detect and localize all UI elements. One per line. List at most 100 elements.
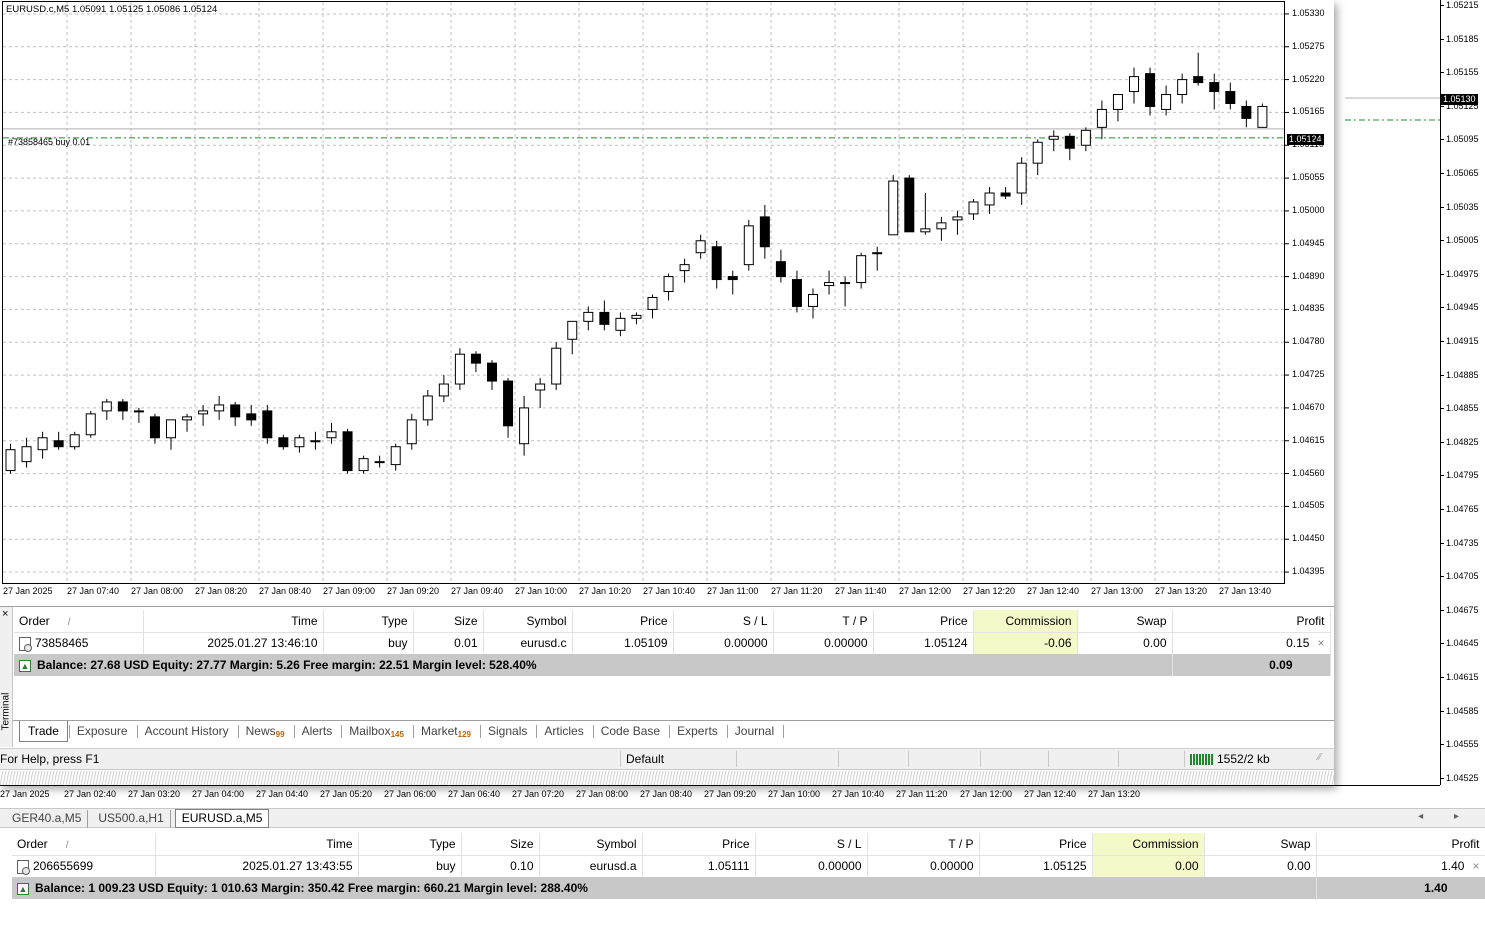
close-position-icon[interactable]: ×	[1317, 636, 1324, 650]
hatch-line	[779, 770, 784, 785]
tab-news[interactable]: News99	[238, 721, 293, 742]
chart-tab[interactable]: US500.a,H1	[92, 810, 171, 828]
hatch-line	[104, 770, 109, 785]
col-current-price[interactable]: Price	[873, 610, 974, 633]
hatch-line	[302, 770, 307, 785]
candle-body	[1064, 135, 1075, 149]
col-symbol[interactable]: Symbol	[539, 833, 643, 856]
hatch-line	[752, 770, 757, 785]
hatch-line	[143, 770, 148, 785]
candle-body	[487, 362, 497, 382]
candle-body	[775, 261, 786, 278]
price-chart[interactable]	[0, 0, 1334, 606]
terminal-vertical-label: Terminal	[0, 692, 12, 731]
hatch-line	[800, 770, 805, 785]
col-profit[interactable]: Profit	[1172, 610, 1331, 633]
tab-trade[interactable]: Trade	[19, 721, 68, 742]
tab-scroll-arrows-icon[interactable]: ◂ ▸	[1418, 811, 1473, 822]
col-price[interactable]: Price	[572, 610, 674, 633]
hatch-line	[344, 770, 349, 785]
time-tick-label: 27 Jan 11:40	[835, 586, 887, 596]
tab-mailbox[interactable]: Mailbox145	[341, 721, 412, 742]
front-chart-window[interactable]: EURUSD.c,M5 1.05091 1.05125 1.05086 1.05…	[0, 0, 1334, 785]
status-divider	[908, 751, 909, 767]
hatch-line	[563, 770, 568, 785]
tab-signals[interactable]: Signals	[480, 721, 535, 742]
hatch-line	[1139, 770, 1144, 785]
hatch-line	[362, 770, 367, 785]
close-position-icon[interactable]: ×	[1472, 859, 1479, 873]
col-tp[interactable]: T / P	[773, 610, 874, 633]
hatch-line	[755, 770, 760, 785]
order-sl[interactable]: 0.00000	[755, 855, 868, 877]
col-symbol[interactable]: Symbol	[483, 610, 573, 633]
tab-market[interactable]: Market129	[413, 721, 479, 742]
tab-alerts[interactable]: Alerts	[294, 721, 341, 742]
time-tick-label: 27 Jan 12:00	[899, 586, 952, 596]
col-type[interactable]: Type	[358, 833, 462, 856]
col-sl[interactable]: S / L	[755, 833, 868, 856]
tab-code-base[interactable]: Code Base	[593, 721, 668, 742]
tab-articles[interactable]: Articles	[536, 721, 591, 742]
col-price[interactable]: Price	[642, 833, 756, 856]
close-icon[interactable]: ×	[2, 608, 8, 620]
chart-tab[interactable]: GER40.a,M5	[6, 810, 89, 828]
order-sl[interactable]: 0.00000	[673, 632, 774, 654]
order-tp[interactable]: 0.00000	[867, 855, 980, 877]
hatch-line	[1025, 770, 1030, 785]
time-tick-label: 27 Jan 11:20	[771, 586, 823, 596]
tab-exposure[interactable]: Exposure	[69, 721, 136, 742]
col-size[interactable]: Size	[461, 833, 540, 856]
chart-tab[interactable]: EURUSD.a,M5	[174, 809, 270, 828]
table-row[interactable]: 206655699 2025.01.27 13:43:55 buy 0.10 e…	[12, 855, 1485, 877]
candle-body	[262, 410, 273, 439]
hatch-line	[1070, 770, 1075, 785]
col-tp[interactable]: T / P	[867, 833, 980, 856]
hatch-line	[602, 770, 607, 785]
col-profit[interactable]: Profit	[1316, 833, 1485, 856]
hatch-line	[1157, 770, 1162, 785]
hatch-line	[536, 770, 541, 785]
hatch-line	[899, 770, 904, 785]
hatch-line	[1229, 770, 1234, 785]
status-divider	[1048, 751, 1049, 767]
order-line-label[interactable]: #73858465 buy 0.01	[8, 137, 90, 147]
col-time[interactable]: Time	[143, 610, 324, 633]
hatch-line	[203, 770, 208, 785]
hatch-line	[734, 770, 739, 785]
order-tp[interactable]: 0.00000	[773, 632, 874, 654]
price-tick-mark	[1440, 509, 1444, 510]
price-tick-label: 1.04585	[1446, 705, 1479, 716]
table-row[interactable]: 73858465 2025.01.27 13:46:10 buy 0.01 eu…	[14, 632, 1331, 654]
hatch-line	[914, 770, 919, 785]
trade-table: Order / Time Type Size Symbol Price S / L…	[14, 610, 1331, 676]
col-commission[interactable]: Commission	[973, 610, 1078, 633]
col-order[interactable]: Order /	[12, 833, 156, 856]
col-commission[interactable]: Commission	[1092, 833, 1205, 856]
tab-account-history[interactable]: Account History	[137, 721, 237, 742]
col-sl[interactable]: S / L	[673, 610, 774, 633]
order-open-price: 1.05111	[642, 855, 756, 877]
tab-journal[interactable]: Journal	[727, 721, 782, 742]
col-type[interactable]: Type	[323, 610, 414, 633]
col-time[interactable]: Time	[155, 833, 359, 856]
status-profile[interactable]: Default	[626, 752, 664, 766]
time-tick-label: 27 Jan 10:40	[832, 789, 885, 799]
price-tick-label: 1.05000	[1292, 204, 1325, 215]
col-current-price[interactable]: Price	[979, 833, 1093, 856]
candle-body	[1048, 135, 1059, 140]
time-tick-label: 27 Jan 08:40	[640, 789, 693, 799]
tab-experts[interactable]: Experts	[669, 721, 726, 742]
hatch-line	[1163, 770, 1168, 785]
candle-body	[711, 246, 722, 281]
time-tick-label: 27 Jan 09:20	[387, 586, 440, 596]
col-order[interactable]: Order /	[14, 610, 144, 633]
price-tick-label: 1.05185	[1446, 33, 1479, 44]
resize-grip-icon[interactable]: ∕∕	[1318, 752, 1321, 763]
hatch-line	[887, 770, 892, 785]
col-swap[interactable]: Swap	[1077, 610, 1173, 633]
hatch-line	[938, 770, 943, 785]
hatch-line	[581, 770, 586, 785]
col-size[interactable]: Size	[413, 610, 484, 633]
col-swap[interactable]: Swap	[1204, 833, 1317, 856]
